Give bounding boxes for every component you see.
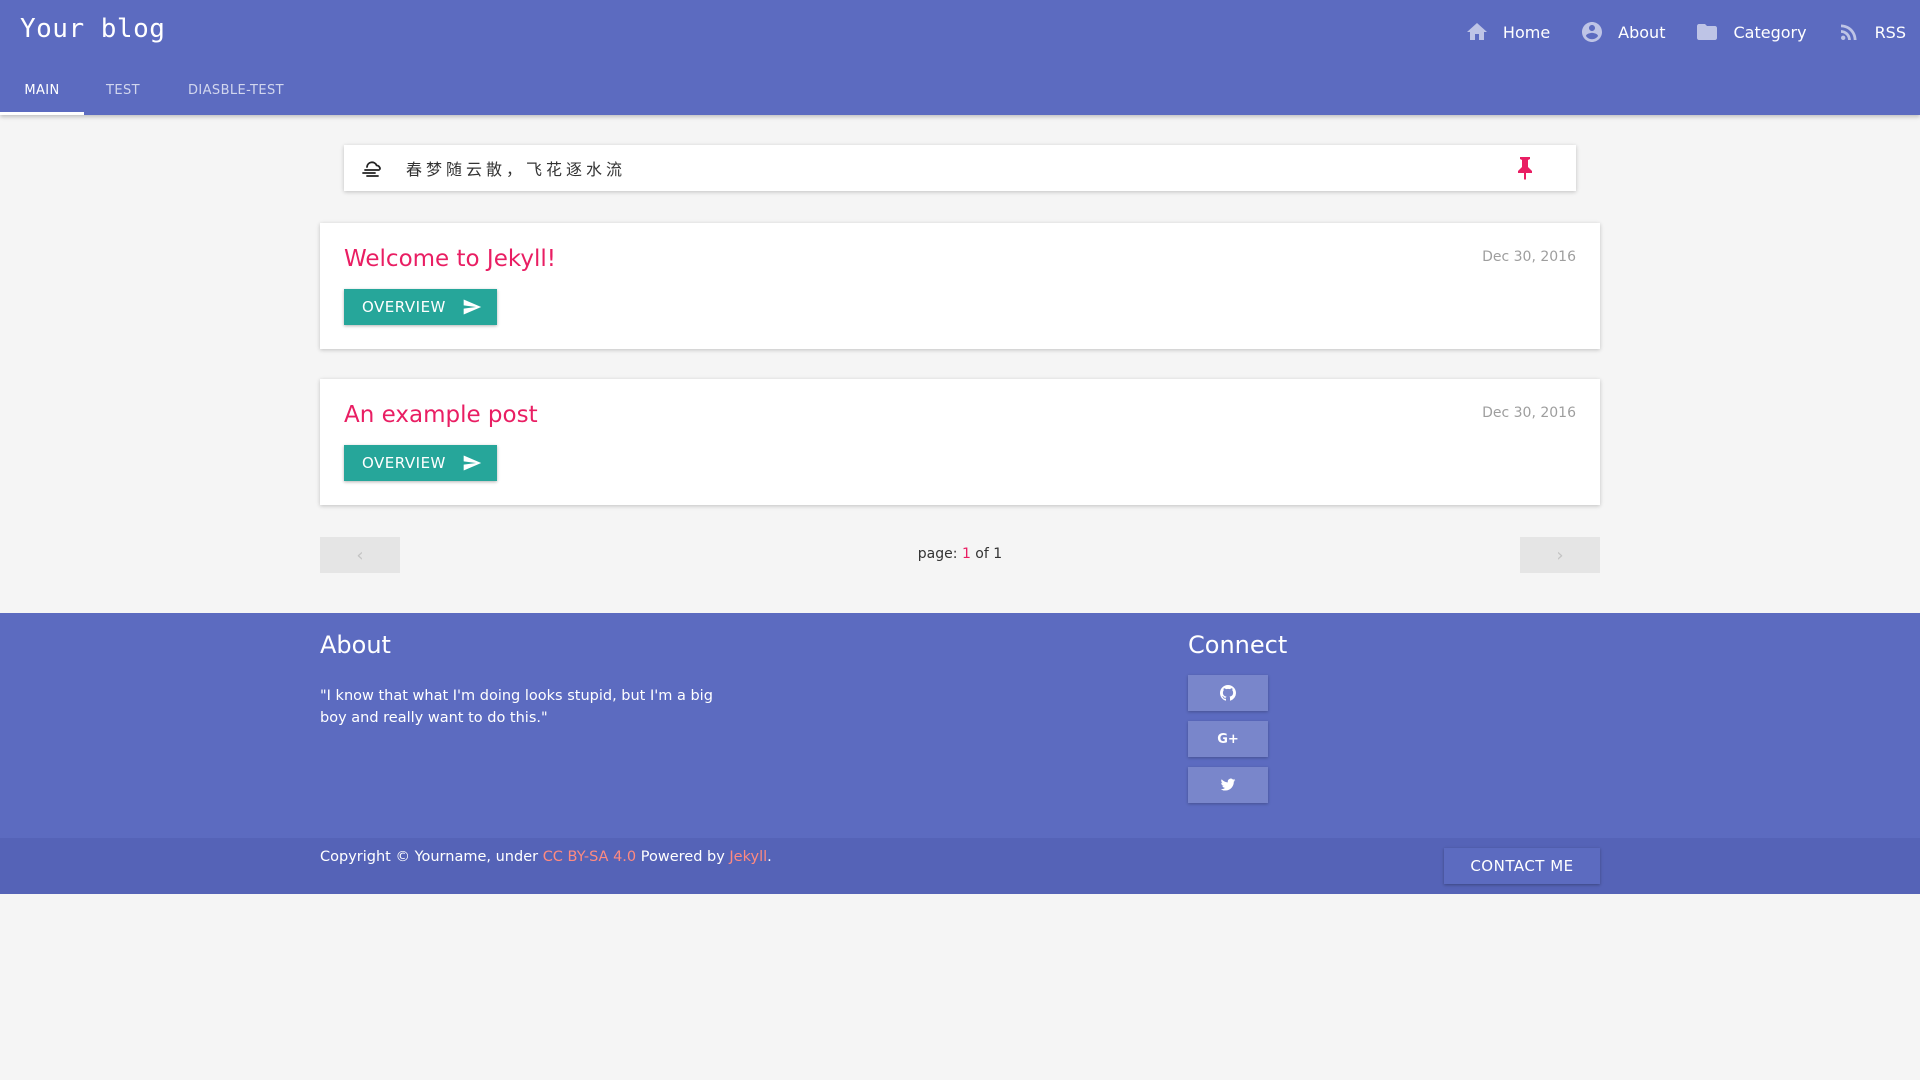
next-page-button[interactable]: › xyxy=(1520,537,1600,573)
google-plus-button[interactable]: G+ xyxy=(1188,721,1268,757)
copyright-bar: Copyright © Yourname, under CC BY-SA 4.0… xyxy=(0,838,1920,894)
pin-icon[interactable] xyxy=(1514,156,1536,180)
footer-about-text: "I know that what I'm doing looks stupid… xyxy=(320,688,713,726)
post-title[interactable]: Welcome to Jekyll! xyxy=(344,246,556,272)
tab-diasble-test[interactable]: DIASBLE-TEST xyxy=(162,73,310,115)
home-icon xyxy=(1466,23,1487,40)
nav-about-label: About xyxy=(1618,22,1666,42)
overview-button-label: OVERVIEW xyxy=(362,454,446,472)
nav-category-label: Category xyxy=(1733,22,1807,42)
github-button[interactable] xyxy=(1188,675,1268,711)
nav-rss[interactable]: RSS xyxy=(1837,20,1906,44)
tab-main[interactable]: MAIN xyxy=(0,73,84,115)
app-bar: Your blog Home About Category RSS MAIN T… xyxy=(0,0,1920,115)
tab-bar: MAIN TEST DIASBLE-TEST xyxy=(0,73,310,115)
notice-text: 春梦随云散，飞花逐水流 xyxy=(406,160,627,179)
top-nav: Home About Category RSS xyxy=(1435,18,1906,46)
overview-button[interactable]: OVERVIEW xyxy=(344,289,497,325)
post-date: Dec 30, 2016 xyxy=(1482,405,1576,421)
send-icon xyxy=(463,299,482,315)
copyright-text: Copyright © Yourname, under CC BY-SA 4.0… xyxy=(320,849,772,865)
brand-title[interactable]: Your blog xyxy=(20,14,165,44)
license-link[interactable]: CC BY-SA 4.0 xyxy=(543,849,636,865)
jekyll-link[interactable]: Jekyll xyxy=(729,849,767,865)
post-date: Dec 30, 2016 xyxy=(1482,249,1576,265)
overview-button[interactable]: OVERVIEW xyxy=(344,445,497,481)
nav-about[interactable]: About xyxy=(1580,20,1665,44)
contact-me-button[interactable]: CONTACT ME xyxy=(1444,848,1600,884)
page-total: 1 xyxy=(993,546,1003,562)
post-card: An example post Dec 30, 2016 OVERVIEW xyxy=(320,379,1600,505)
nav-rss-label: RSS xyxy=(1874,22,1906,42)
notice-bar: 春梦随云散，飞花逐水流 xyxy=(344,145,1576,191)
footer-about-title: About xyxy=(320,631,391,659)
page-separator: of xyxy=(970,546,994,562)
twitter-icon xyxy=(1220,778,1236,791)
copyright-end: . xyxy=(767,849,772,865)
footer: About "I know that what I'm doing looks … xyxy=(0,613,1920,838)
account-circle-icon xyxy=(1582,22,1603,42)
nav-home-label: Home xyxy=(1502,22,1551,42)
cloud-wind-icon xyxy=(362,161,381,177)
folder-icon xyxy=(1697,24,1718,40)
twitter-button[interactable] xyxy=(1188,767,1268,803)
footer-connect-title: Connect xyxy=(1188,631,1288,659)
page-current: 1 xyxy=(961,546,971,562)
nav-category[interactable]: Category xyxy=(1695,20,1807,44)
page-prefix: page: xyxy=(917,546,962,562)
page-indicator: page: 1 of 1 xyxy=(0,546,1920,562)
send-icon xyxy=(463,455,482,471)
nav-home[interactable]: Home xyxy=(1465,20,1550,44)
powered-by-text: Powered by xyxy=(636,849,730,865)
copyright-prefix: Copyright © Yourname, under xyxy=(320,849,543,865)
google-plus-icon: G+ xyxy=(1217,731,1239,747)
overview-button-label: OVERVIEW xyxy=(362,298,446,316)
github-icon xyxy=(1220,685,1236,701)
post-card: Welcome to Jekyll! Dec 30, 2016 OVERVIEW xyxy=(320,223,1600,349)
post-title[interactable]: An example post xyxy=(344,402,538,428)
tab-test[interactable]: TEST xyxy=(84,73,162,115)
rss-icon xyxy=(1840,24,1857,40)
